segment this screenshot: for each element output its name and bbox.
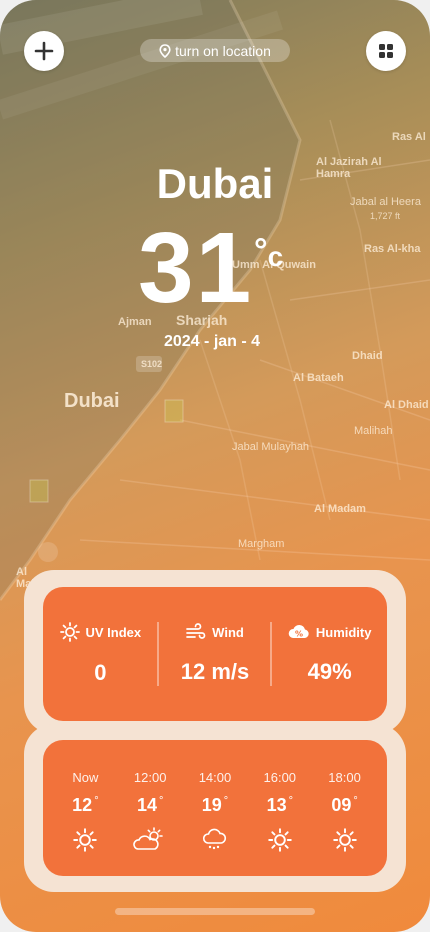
humidity-label: Humidity <box>315 624 372 640</box>
sun-icon <box>332 828 357 852</box>
hourly-item[interactable]: 14:00 19 ° <box>187 740 243 854</box>
home-indicator[interactable] <box>115 908 315 915</box>
turn-on-location-button[interactable]: turn on location <box>140 39 290 62</box>
temperature-block: 31 °c <box>0 218 430 318</box>
rain-cloud-icon <box>202 828 227 850</box>
svg-text:%: % <box>295 630 303 639</box>
hourly-item[interactable]: Now 12 ° <box>57 740 113 854</box>
sun-icon <box>73 828 98 852</box>
hour-time: 16:00 <box>263 770 297 785</box>
hour-temp: 12 ° <box>72 795 99 815</box>
hourly-item[interactable]: 18:00 09 ° <box>317 740 373 854</box>
hourly-item[interactable]: 16:00 13 ° <box>252 740 308 854</box>
map-label: Al Madam <box>314 503 366 515</box>
wind-value: 12 m/s <box>180 659 250 684</box>
hour-temp: 09 ° <box>331 795 358 815</box>
temperature-unit: °c <box>254 232 284 272</box>
wind-label: Wind <box>212 624 244 640</box>
map-label: Jabal Mulayhah <box>232 441 310 453</box>
hour-time: 14:00 <box>198 770 232 785</box>
map-label: Dubai <box>64 390 120 412</box>
hourly-forecast-card: Now 12 ° 12:00 14 ° 14:00 19 ° 16:00 13 … <box>24 724 406 892</box>
map-label: Al Dhaid <box>384 399 429 411</box>
hour-time: Now <box>72 770 99 785</box>
current-date: 2024 - jan - 4 <box>164 333 261 350</box>
uv-index-stat: UV Index 0 <box>43 622 158 686</box>
plus-icon <box>34 41 54 61</box>
wind-stat: Wind 12 m/s <box>158 623 273 685</box>
grid-icon <box>379 44 393 58</box>
map-label: Malihah <box>354 425 393 437</box>
map-label: Dhaid <box>352 350 383 362</box>
hour-temp: 19 ° <box>201 795 229 815</box>
uv-index-label: UV Index <box>85 624 142 640</box>
hour-time: 12:00 <box>133 770 167 785</box>
hour-temp: 14 ° <box>136 795 164 815</box>
partly-cloudy-icon <box>133 827 163 850</box>
humidity-icon: % <box>288 624 309 639</box>
map-label: S102 <box>141 359 163 369</box>
hour-time: 18:00 <box>328 770 361 785</box>
humidity-value: 49% <box>307 659 352 684</box>
map-label: Ras Al <box>392 131 426 143</box>
location-pin-icon <box>159 43 171 58</box>
divider <box>270 622 272 686</box>
uv-index-value: 0 <box>94 660 107 685</box>
hour-temp: 13 ° <box>266 795 293 815</box>
humidity-stat: % Humidity 49% <box>272 623 387 685</box>
divider <box>157 622 159 686</box>
sun-icon <box>59 622 80 642</box>
current-temperature: 31 <box>138 212 254 324</box>
stats-panel: UV Index 0 Wind 12 m/s % Humidity 49% <box>43 587 387 721</box>
sun-icon <box>268 828 292 852</box>
stats-card: UV Index 0 Wind 12 m/s % Humidity 49% <box>24 570 406 734</box>
hourly-panel: Now 12 ° 12:00 14 ° 14:00 19 ° 16:00 13 … <box>43 740 387 876</box>
location-label: turn on location <box>175 42 271 59</box>
map-label: Margham <box>238 538 285 550</box>
map-label: Al Bataeh <box>293 372 344 384</box>
add-city-button[interactable] <box>24 31 64 71</box>
wind-icon <box>186 623 206 639</box>
hourly-item[interactable]: 12:00 14 ° <box>122 740 178 854</box>
weather-screen: Ras Al Al Jazirah Al Hamra Jabal al Heer… <box>0 0 430 932</box>
city-name: Dubai <box>156 160 274 207</box>
menu-button[interactable] <box>366 31 406 71</box>
